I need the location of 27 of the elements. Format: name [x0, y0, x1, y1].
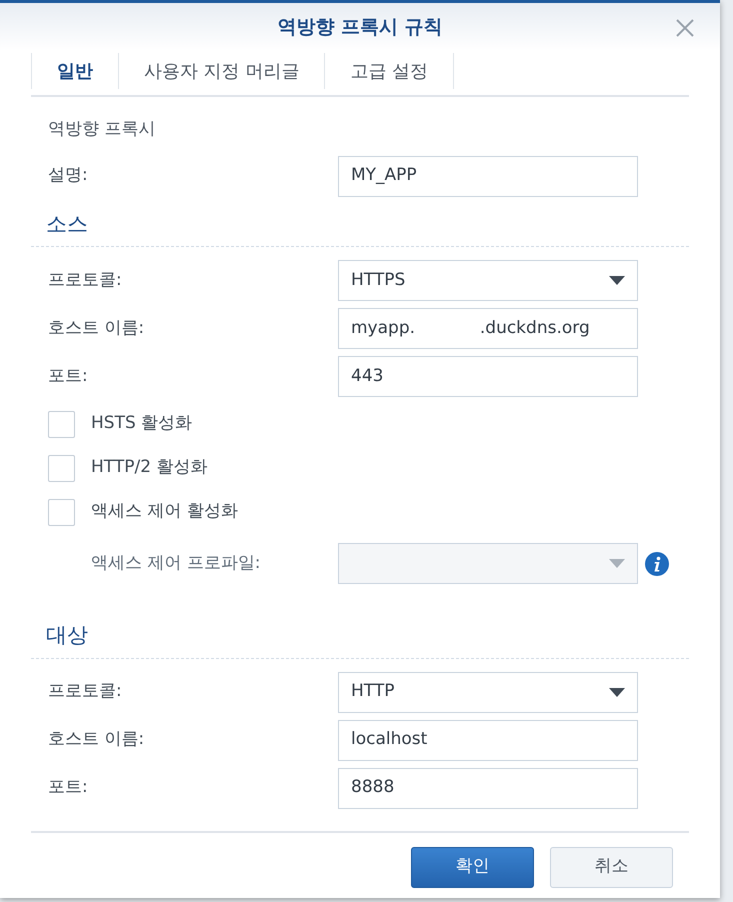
- field-label: 포트:: [48, 364, 88, 388]
- field-label: 호스트 이름:: [48, 316, 144, 340]
- dropdown[interactable]: HTTP: [338, 672, 638, 712]
- field-label: 프로토콜:: [48, 680, 122, 704]
- window-title: 역방향 프록시 규칙: [277, 14, 443, 40]
- input-field[interactable]: 8888: [338, 768, 638, 808]
- checkbox-label: 액세스 제어 활성화: [91, 500, 238, 524]
- tab[interactable]: 고급 설정: [324, 53, 454, 89]
- checkbox-label: HSTS 활성화: [91, 412, 192, 436]
- dropdown[interactable]: HTTPS: [338, 260, 638, 301]
- input-field[interactable]: 443: [338, 356, 638, 397]
- field-label: 호스트 이름:: [48, 728, 144, 752]
- checkbox-label: HTTP/2 활성화: [91, 456, 208, 480]
- field-label: 포트:: [48, 776, 88, 800]
- input-field[interactable]: MY_APP: [338, 156, 638, 196]
- cancel-button[interactable]: 취소: [550, 846, 673, 888]
- tab[interactable]: 사용자 지정 머리글: [118, 53, 324, 89]
- input-field[interactable]: localhost: [338, 720, 638, 760]
- field-label: 액세스 제어 프로파일:: [90, 552, 261, 575]
- section-heading: 소스: [45, 210, 89, 238]
- section-subtitle: 역방향 프록시: [47, 118, 156, 141]
- tab[interactable]: 일반: [31, 53, 118, 89]
- confirm-button[interactable]: 확인: [411, 846, 534, 888]
- field-label: 설명:: [48, 164, 88, 188]
- input-field[interactable]: myapp. .duckdns.org: [338, 308, 638, 349]
- section-heading: 대상: [45, 622, 89, 649]
- field-label: 프로토콜:: [48, 268, 122, 292]
